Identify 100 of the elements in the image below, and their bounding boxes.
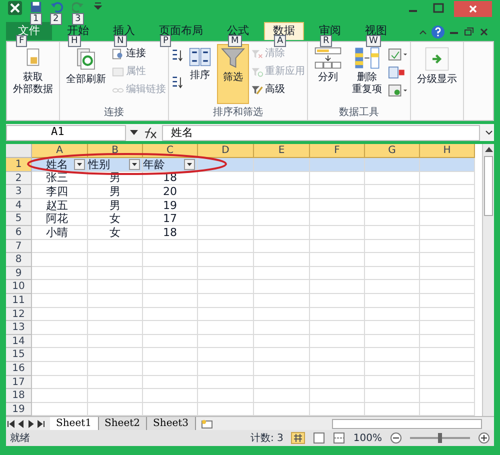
row-header[interactable]: 19 bbox=[6, 402, 32, 416]
connection-icon bbox=[112, 48, 124, 60]
what-if-icon[interactable] bbox=[388, 84, 408, 97]
dropdown-arrow-icon[interactable] bbox=[130, 130, 138, 136]
formula-field[interactable]: 姓名 bbox=[162, 124, 480, 140]
cell-text: 19 bbox=[163, 198, 177, 212]
customize-arrow-icon[interactable] bbox=[94, 1, 102, 11]
scroll-thumb[interactable] bbox=[484, 156, 493, 216]
keytip: N bbox=[114, 35, 127, 47]
row-header[interactable]: 1 bbox=[6, 158, 32, 172]
clear-filter-icon bbox=[251, 48, 263, 60]
reapply-filter-icon bbox=[251, 66, 263, 78]
keytip: F bbox=[16, 35, 28, 47]
function-icon[interactable] bbox=[142, 126, 158, 138]
ribbon-small-button[interactable]: 高级 bbox=[251, 83, 305, 97]
cell-text: 女 bbox=[110, 212, 120, 226]
zoom-slider-thumb[interactable] bbox=[438, 433, 442, 444]
ribbon-button[interactable]: 全部刷新 bbox=[62, 44, 110, 104]
sort-ascending-icon[interactable] bbox=[171, 48, 183, 63]
row-header[interactable]: 14 bbox=[6, 334, 32, 348]
table-columns-icon bbox=[354, 47, 380, 69]
row-header[interactable]: 18 bbox=[6, 389, 32, 403]
document-icon bbox=[24, 47, 42, 69]
row-header[interactable]: 9 bbox=[6, 266, 32, 280]
row-header[interactable]: 13 bbox=[6, 321, 32, 335]
keytip: P bbox=[160, 35, 172, 47]
name-box[interactable]: A1 bbox=[6, 124, 126, 140]
row-header[interactable]: 7 bbox=[6, 240, 32, 254]
ribbon-button[interactable]: 分级显示 bbox=[413, 44, 461, 104]
zoom-level[interactable]: 100% bbox=[353, 430, 382, 446]
ribbon-button[interactable]: 筛选 bbox=[217, 44, 249, 104]
cell-text: 性别 bbox=[88, 158, 110, 171]
row-header[interactable]: 4 bbox=[6, 198, 32, 212]
filter-dropdown-icon[interactable] bbox=[184, 158, 195, 170]
group-label: 连接 bbox=[103, 106, 125, 120]
row-header[interactable]: 3 bbox=[6, 185, 32, 199]
close-icon bbox=[469, 5, 477, 13]
zoom-slider-track[interactable] bbox=[410, 437, 470, 440]
close-button[interactable] bbox=[454, 1, 492, 17]
column-header[interactable]: A bbox=[32, 144, 88, 158]
cell-text: 年龄 bbox=[143, 158, 165, 171]
row-header[interactable]: 17 bbox=[6, 376, 32, 390]
column-header[interactable]: G bbox=[365, 144, 420, 158]
ribbon-button[interactable]: 排序 bbox=[185, 44, 215, 104]
cell-text: 赵五 bbox=[46, 198, 68, 212]
column-header[interactable]: F bbox=[310, 144, 365, 158]
column-header[interactable]: H bbox=[420, 144, 475, 158]
row-header[interactable]: 2 bbox=[6, 172, 32, 186]
keytip: 2 bbox=[50, 13, 62, 25]
vertical-scrollbar[interactable] bbox=[482, 144, 494, 416]
row-header[interactable]: 12 bbox=[6, 308, 32, 322]
page-break-icon[interactable] bbox=[333, 432, 346, 444]
filter-dropdown-icon[interactable] bbox=[74, 158, 85, 170]
cell-text: 男 bbox=[110, 184, 120, 198]
sheet-tab[interactable]: Sheet3 bbox=[147, 416, 196, 431]
keytip: H bbox=[68, 35, 81, 47]
sheet-tab[interactable]: Sheet1 bbox=[50, 416, 99, 431]
normal-view-icon[interactable] bbox=[291, 432, 306, 444]
row-header[interactable]: 15 bbox=[6, 348, 32, 362]
zoom-out-icon[interactable] bbox=[390, 432, 402, 444]
zoom-in-icon[interactable] bbox=[478, 432, 490, 444]
cell-text: 姓名 bbox=[46, 158, 68, 171]
funnel-icon bbox=[221, 47, 245, 69]
help-icon[interactable] bbox=[431, 25, 445, 39]
row-header[interactable]: 11 bbox=[6, 294, 32, 308]
row-header[interactable]: 16 bbox=[6, 362, 32, 376]
horizontal-scrollbar[interactable] bbox=[332, 418, 482, 429]
ribbon-button[interactable]: 删除 重复项 bbox=[348, 44, 386, 104]
save-icon[interactable] bbox=[30, 1, 42, 13]
cell-text: 李四 bbox=[46, 184, 68, 198]
sort-icon bbox=[189, 47, 211, 67]
cell-text: 小晴 bbox=[46, 226, 68, 239]
row-header[interactable]: 6 bbox=[6, 226, 32, 240]
filter-dropdown-icon[interactable] bbox=[129, 158, 140, 170]
ribbon-small-button[interactable]: 连接 bbox=[112, 47, 166, 61]
column-header[interactable]: D bbox=[198, 144, 254, 158]
cell-text: 17 bbox=[163, 212, 177, 226]
cell-text: 女 bbox=[110, 226, 120, 239]
close-icon[interactable] bbox=[478, 27, 490, 37]
spreadsheet-logo-icon bbox=[8, 1, 22, 15]
validation-icon[interactable] bbox=[388, 48, 408, 61]
columns-icon bbox=[314, 47, 342, 69]
cell-text: 男 bbox=[110, 198, 120, 212]
ribbon-button[interactable]: 获取 外部数据 bbox=[9, 44, 57, 104]
column-header[interactable]: E bbox=[254, 144, 310, 158]
page-layout-icon[interactable] bbox=[313, 432, 326, 444]
row-header[interactable]: 5 bbox=[6, 212, 32, 226]
sort-descending-icon[interactable] bbox=[171, 75, 183, 90]
restore-icon[interactable] bbox=[463, 27, 475, 37]
sheet-tab[interactable]: Sheet2 bbox=[98, 416, 148, 431]
cell-text: 20 bbox=[163, 184, 177, 198]
row-header[interactable]: 10 bbox=[6, 280, 32, 294]
scroll-up-icon[interactable] bbox=[484, 146, 492, 152]
properties-icon bbox=[112, 66, 124, 78]
group-label: 数据工具 bbox=[338, 106, 380, 120]
row-header[interactable]: 8 bbox=[6, 253, 32, 267]
keytip: R bbox=[320, 35, 332, 47]
ribbon-button[interactable]: 分列 bbox=[310, 44, 346, 104]
new-sheet-icon[interactable] bbox=[200, 418, 214, 429]
group-label: 排序和筛选 bbox=[212, 106, 264, 120]
